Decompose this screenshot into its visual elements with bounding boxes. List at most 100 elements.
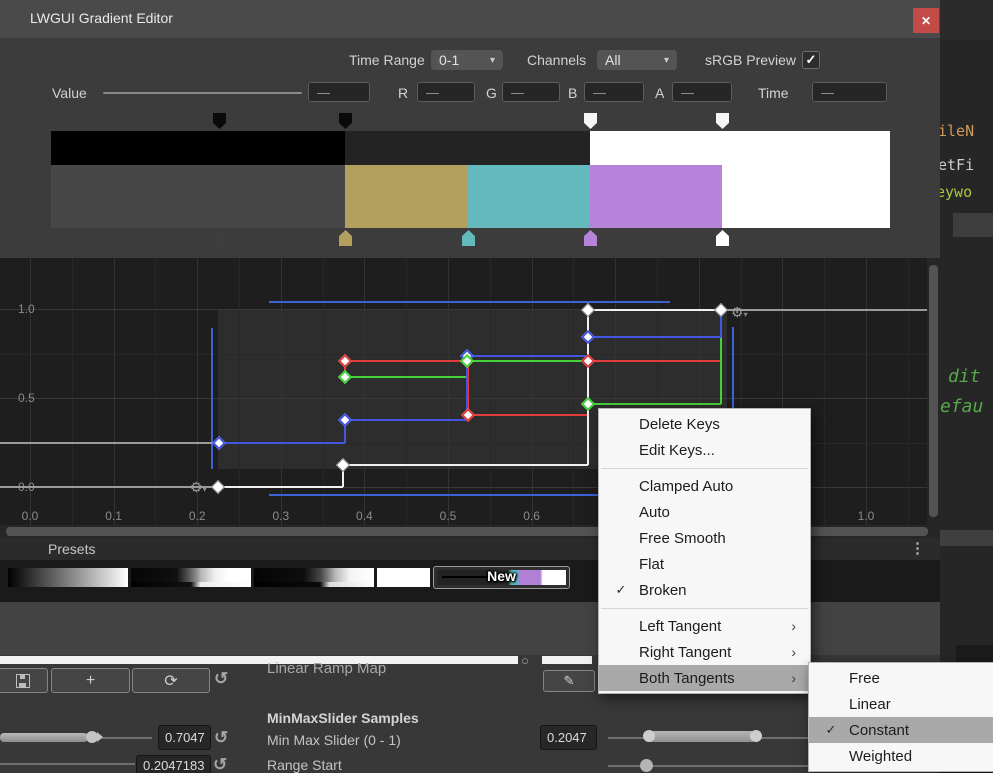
edit-ramp-button[interactable]: ✎: [543, 670, 595, 692]
range-start-handle[interactable]: [640, 759, 653, 772]
submenu-item-linear[interactable]: Linear: [809, 691, 993, 717]
srgb-preview-label: sRGB Preview: [705, 52, 796, 68]
g-field[interactable]: —: [502, 82, 560, 102]
curve-segment-white: [218, 486, 343, 488]
preset-swatch[interactable]: [254, 568, 374, 587]
floppy-icon: [16, 674, 30, 688]
y-axis-label: 0.5: [18, 391, 42, 405]
v-scrollbar-handle[interactable]: [929, 265, 938, 517]
gradient-color-segment: [722, 165, 890, 228]
preset-swatch[interactable]: [8, 568, 128, 587]
value-field-1[interactable]: 0.7047: [158, 725, 211, 750]
menu-item-label: Broken: [639, 582, 687, 599]
value-field-3[interactable]: 0.2047: [540, 725, 597, 750]
time-range-dropdown[interactable]: 0-1 ▾: [431, 50, 503, 70]
submenu-item-constant[interactable]: ✓Constant: [809, 717, 993, 743]
submenu-item-free[interactable]: Free: [809, 665, 993, 691]
a-label: A: [655, 85, 664, 101]
menu-item-label: Clamped Auto: [639, 478, 733, 495]
menu-item-label: Right Tangent: [639, 644, 731, 661]
add-ramp-button[interactable]: +: [51, 668, 130, 693]
time-label: Time: [758, 85, 789, 101]
curve-segment-green: [467, 360, 588, 362]
code-text-fragment: eywo: [936, 183, 972, 201]
r-field[interactable]: —: [417, 82, 475, 102]
gradient-color-segment: [345, 165, 468, 228]
menu-separator: [599, 463, 810, 473]
curve-segment-blue: [588, 336, 721, 338]
minmax-grip-left[interactable]: [643, 730, 655, 742]
gradient-color-segment: [590, 165, 722, 228]
gridline-minor: [323, 258, 324, 525]
x-axis-label: 0.4: [352, 509, 376, 523]
undo-icon[interactable]: ↺: [214, 728, 228, 748]
preset-swatch[interactable]: [131, 568, 251, 587]
menu-item-left-tangent[interactable]: Left Tangent ›: [599, 613, 810, 639]
close-button[interactable]: ✕: [913, 8, 939, 33]
value-slider[interactable]: [103, 92, 302, 94]
curve-segment-red: [588, 360, 721, 362]
code-text-fragment: efau: [940, 396, 983, 417]
curve-segment-red: [345, 360, 468, 362]
menu-item-both-tangents[interactable]: Both Tangents›: [599, 665, 810, 691]
preset-swatch[interactable]: [377, 568, 430, 587]
titlebar[interactable]: LWGUI Gradient Editor ✕: [0, 0, 940, 38]
a-field[interactable]: —: [672, 82, 732, 102]
gridline-major: [866, 258, 867, 525]
curve-segment-gray: [0, 442, 219, 444]
curve-segment-green: [588, 403, 721, 405]
gridline-major: [532, 258, 533, 525]
selection-gizmo-line: [269, 301, 670, 303]
kebab-menu-icon[interactable]: ⋮: [910, 539, 925, 557]
menu-item-flat[interactable]: Flat: [599, 551, 810, 577]
gradient-alpha-segment: [590, 131, 890, 165]
menu-item-label: Edit Keys...: [639, 442, 715, 459]
gridline-minor: [72, 258, 73, 525]
preset-swatch-alpha: [254, 582, 374, 587]
menu-item-edit-keys[interactable]: Edit Keys...: [599, 437, 810, 463]
new-preset-label: New: [434, 568, 569, 584]
curve-segment-blue: [345, 419, 467, 421]
chevron-down-icon: ▾: [664, 55, 669, 66]
refresh-ramp-button[interactable]: ⟳: [132, 668, 210, 693]
undo-icon[interactable]: ↺: [213, 755, 227, 773]
slider-track-2[interactable]: [0, 763, 135, 765]
gear-icon[interactable]: ⚙▾: [190, 479, 207, 496]
value-field[interactable]: —: [308, 82, 370, 102]
v-scrollbar-track[interactable]: [927, 258, 940, 525]
menu-item-free-smooth[interactable]: Free Smooth: [599, 525, 810, 551]
submenu-arrow-icon: ›: [791, 618, 796, 634]
slider-fill: [0, 733, 88, 742]
menu-item-label: Left Tangent: [639, 618, 721, 635]
minmax-range-bar[interactable]: [645, 731, 757, 742]
r-label: R: [398, 85, 408, 101]
minmax-grip-right[interactable]: [750, 730, 762, 742]
b-field[interactable]: —: [584, 82, 644, 102]
menu-item-clamped-auto[interactable]: Clamped Auto: [599, 473, 810, 499]
menu-item-label: Linear: [849, 696, 891, 713]
ramp-texture-preview-2: [542, 656, 592, 664]
minmax-label: Min Max Slider (0 - 1): [267, 732, 401, 748]
code-editor-block: [940, 530, 993, 546]
srgb-preview-checkbox[interactable]: ✓: [802, 51, 820, 69]
gridline-minor: [908, 258, 909, 525]
menu-item-auto[interactable]: Auto: [599, 499, 810, 525]
menu-item-label: Free Smooth: [639, 530, 726, 547]
value-field-2[interactable]: 0.2047183: [136, 755, 211, 773]
gridline-minor: [406, 258, 407, 525]
gear-icon[interactable]: ⚙▾: [731, 304, 748, 321]
save-ramp-button[interactable]: [0, 668, 48, 693]
submenu-arrow-icon: ›: [791, 644, 796, 660]
time-field[interactable]: —: [812, 82, 887, 102]
gradient-preview-strip[interactable]: [51, 131, 890, 228]
menu-item-delete-keys[interactable]: Delete Keys: [599, 411, 810, 437]
channels-dropdown[interactable]: All ▾: [597, 50, 677, 70]
curve-key-white[interactable]: [211, 480, 225, 494]
menu-item-broken[interactable]: ✓Broken: [599, 577, 810, 603]
curve-segment-blue: [219, 442, 345, 444]
submenu-item-weighted[interactable]: Weighted: [809, 743, 993, 769]
undo-icon[interactable]: ↺: [214, 669, 228, 689]
x-axis-label: 0.1: [102, 509, 126, 523]
menu-item-right-tangent[interactable]: Right Tangent ›: [599, 639, 810, 665]
new-preset-button[interactable]: New: [433, 566, 570, 589]
